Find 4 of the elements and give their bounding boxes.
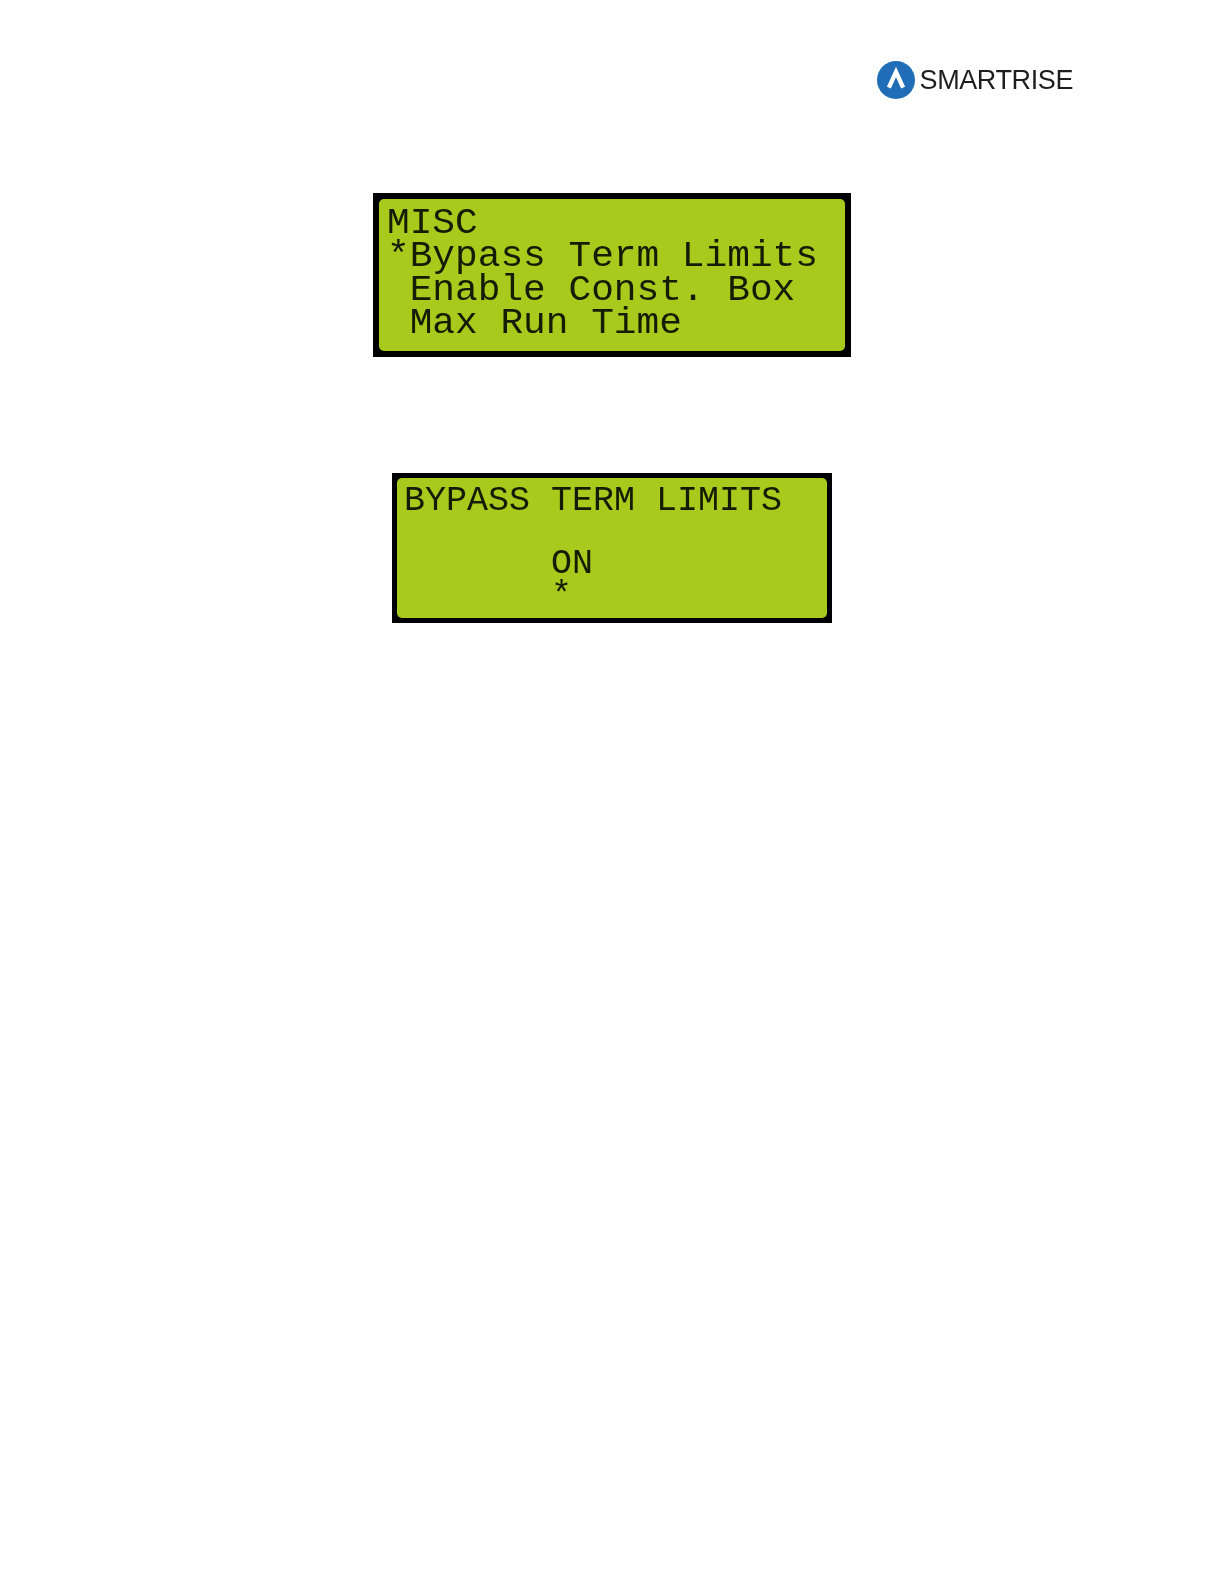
logo-wordmark: SMARTRISE: [919, 66, 1073, 94]
menu-item[interactable]: Max Run Time: [409, 301, 682, 344]
screen-title: BYPASS TERM LIMITS: [404, 481, 783, 521]
logo-icon: [876, 61, 915, 99]
